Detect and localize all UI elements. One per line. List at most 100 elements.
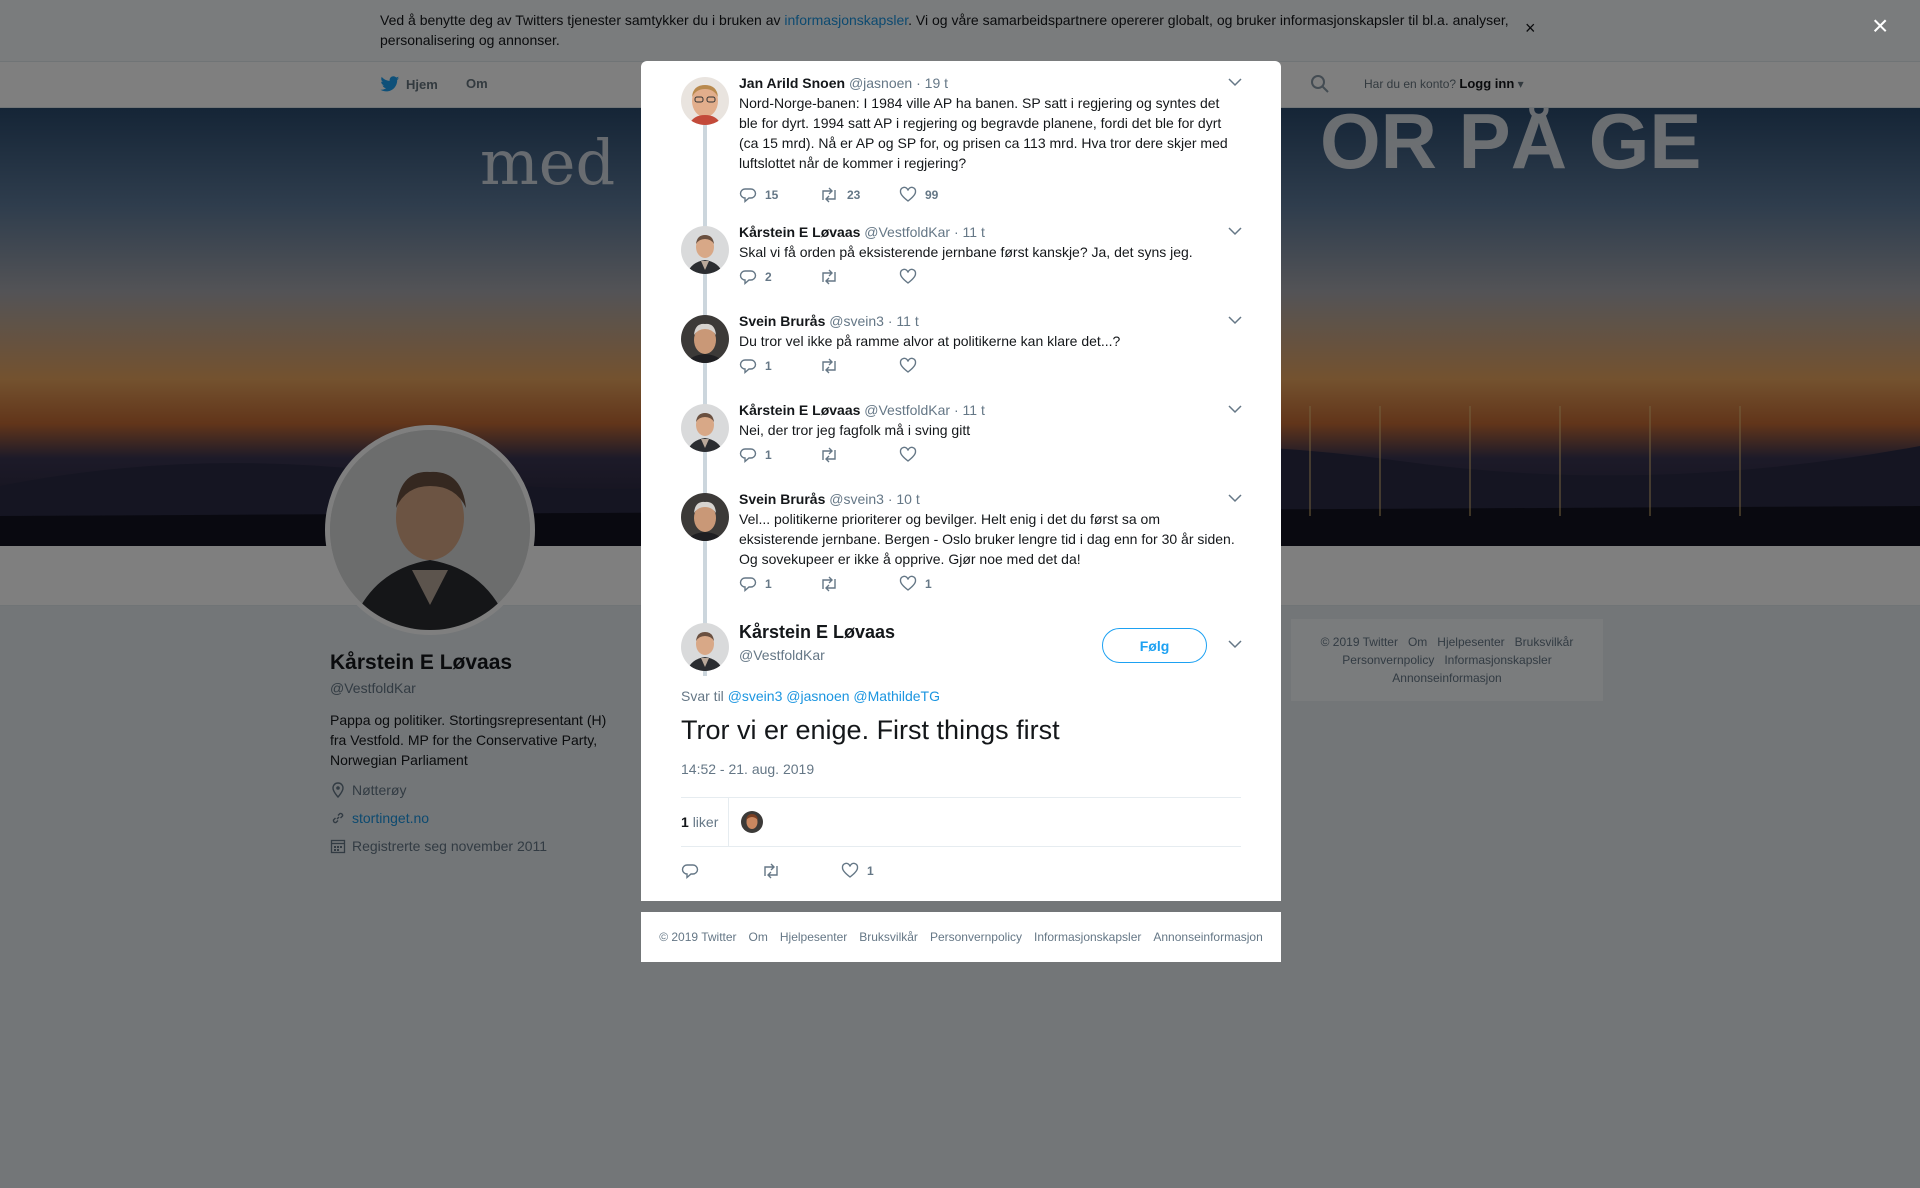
reply-count: 2 [765,270,772,284]
reply-button[interactable]: 15 [739,186,819,204]
tweet-text: Du tror vel ikke på ramme alvor at polit… [739,333,1121,349]
likes-divider [728,798,729,846]
tweet-header: Kårstein E Løvaas @VestfoldKar · 11 t [739,401,985,419]
like-button[interactable]: 1 [841,862,921,880]
tweet-header: Kårstein E Løvaas @VestfoldKar · 11 t [739,223,985,241]
footer-link-cookies[interactable]: Informasjonskapsler [1034,930,1141,944]
retweet-button[interactable] [819,446,899,464]
tweet-options-icon[interactable] [1228,639,1242,649]
heart-icon [899,357,917,375]
main-tweet-author-name[interactable]: Kårstein E Løvaas [739,622,895,643]
like-button[interactable]: 99 [899,186,979,204]
tweet-author-name[interactable]: Kårstein E Løvaas [739,224,860,240]
tweet-options-icon[interactable] [1228,404,1242,414]
tweet-options-icon[interactable] [1228,493,1242,503]
modal-close-button[interactable]: × [1872,10,1888,42]
reply-to-context: Svar til @svein3 @jasnoen @MathildeTG [681,688,940,704]
footer-link-help[interactable]: Hjelpesenter [780,930,847,944]
reply-to-label: Svar til [681,688,724,704]
tweet-text: Vel... politikerne prioriterer og bevilg… [739,511,1235,567]
tweet-time[interactable]: · 11 t [954,224,985,240]
tweet-author-name[interactable]: Svein Brurås [739,313,825,329]
tweet-time[interactable]: · 19 t [916,75,948,91]
tweet-author-handle[interactable]: @svein3 [829,313,884,329]
retweet-count: 23 [847,188,861,202]
reply-count: 1 [765,359,772,373]
retweet-icon [819,446,839,464]
main-tweet-timestamp[interactable]: 14:52 - 21. aug. 2019 [681,761,814,777]
reply-count: 15 [765,188,779,202]
tweet-header: Svein Brurås @svein3 · 10 t [739,490,920,508]
avatar[interactable] [681,404,729,452]
retweet-button[interactable] [761,862,841,880]
tweet-author-handle[interactable]: @VestfoldKar [864,402,950,418]
footer-link-about[interactable]: Om [749,930,768,944]
main-tweet-text: Tror vi er enige. First things first [681,715,1060,745]
tweet-author-handle[interactable]: @jasnoen [849,75,912,91]
likes-summary: 1 liker [681,797,1241,847]
tweet-options-icon[interactable] [1228,315,1242,325]
avatar[interactable] [681,493,729,541]
main-tweet-author-handle[interactable]: @VestfoldKar [739,647,825,663]
avatar[interactable] [681,226,729,274]
tweet-actions: 1 [739,356,979,376]
reply-button[interactable]: 1 [739,575,819,593]
tweet-actions: 15 23 99 [739,185,979,205]
tweet-time[interactable]: · 11 t [954,402,985,418]
reply-icon [681,862,699,880]
like-button[interactable] [899,268,979,286]
retweet-button[interactable] [819,575,899,593]
follow-button[interactable]: Følg [1102,628,1207,663]
tweet-time[interactable]: · 11 t [888,313,919,329]
tweet-header: Jan Arild Snoen @jasnoen · 19 t [739,74,948,92]
likes-count-link[interactable]: 1 liker [681,814,718,830]
retweet-icon [761,862,781,880]
tweet-author-handle[interactable]: @VestfoldKar [864,224,950,240]
tweet-time[interactable]: · 10 t [888,491,920,507]
retweet-button[interactable]: 23 [819,186,899,204]
tweet-text: Nei, der tror jeg fagfolk må i sving git… [739,422,971,438]
reply-button[interactable]: 1 [739,357,819,375]
tweet-permalink-modal: Jan Arild Snoen @jasnoen · 19 t Nord-Nor… [641,61,1281,901]
footer-link-terms[interactable]: Bruksvilkår [859,930,918,944]
tweet-author-handle[interactable]: @svein3 [829,491,884,507]
reply-button[interactable]: 1 [739,446,819,464]
like-button[interactable] [899,446,979,464]
like-count: 99 [925,188,939,202]
avatar[interactable] [681,315,729,363]
likes-count-number: 1 [681,814,689,830]
tweet-author-name[interactable]: Jan Arild Snoen [739,75,845,91]
retweet-button[interactable] [819,357,899,375]
heart-icon [899,575,917,593]
reply-icon [739,357,757,375]
tweet-actions: 1 [739,445,979,465]
reply-button[interactable] [681,862,761,880]
footer-link-ads[interactable]: Annonseinformasjon [1153,930,1262,944]
like-count: 1 [925,577,932,591]
like-count: 1 [867,864,874,878]
reply-count: 1 [765,577,772,591]
tweet-author-name[interactable]: Svein Brurås [739,491,825,507]
retweet-button[interactable] [819,268,899,286]
like-button[interactable] [899,357,979,375]
main-tweet-actions: 1 [681,861,921,881]
avatar[interactable] [681,77,729,125]
tweet-author-name[interactable]: Kårstein E Løvaas [739,402,860,418]
tweet-header: Svein Brurås @svein3 · 11 t [739,312,919,330]
like-button[interactable]: 1 [899,575,979,593]
reply-icon [739,268,757,286]
retweet-icon [819,186,839,204]
footer-link-privacy[interactable]: Personvernpolicy [930,930,1022,944]
tweet-options-icon[interactable] [1228,77,1242,87]
mention-link[interactable]: @svein3 [728,688,783,704]
liker-avatar[interactable] [741,811,763,833]
reply-button[interactable]: 2 [739,268,819,286]
reply-icon [739,446,757,464]
mention-link[interactable]: @jasnoen [786,688,849,704]
likes-count-label: liker [692,814,719,830]
retweet-icon [819,575,839,593]
tweet-options-icon[interactable] [1228,226,1242,236]
mention-link[interactable]: @MathildeTG [853,688,940,704]
main-tweet-avatar[interactable] [681,623,729,671]
heart-icon [841,862,859,880]
